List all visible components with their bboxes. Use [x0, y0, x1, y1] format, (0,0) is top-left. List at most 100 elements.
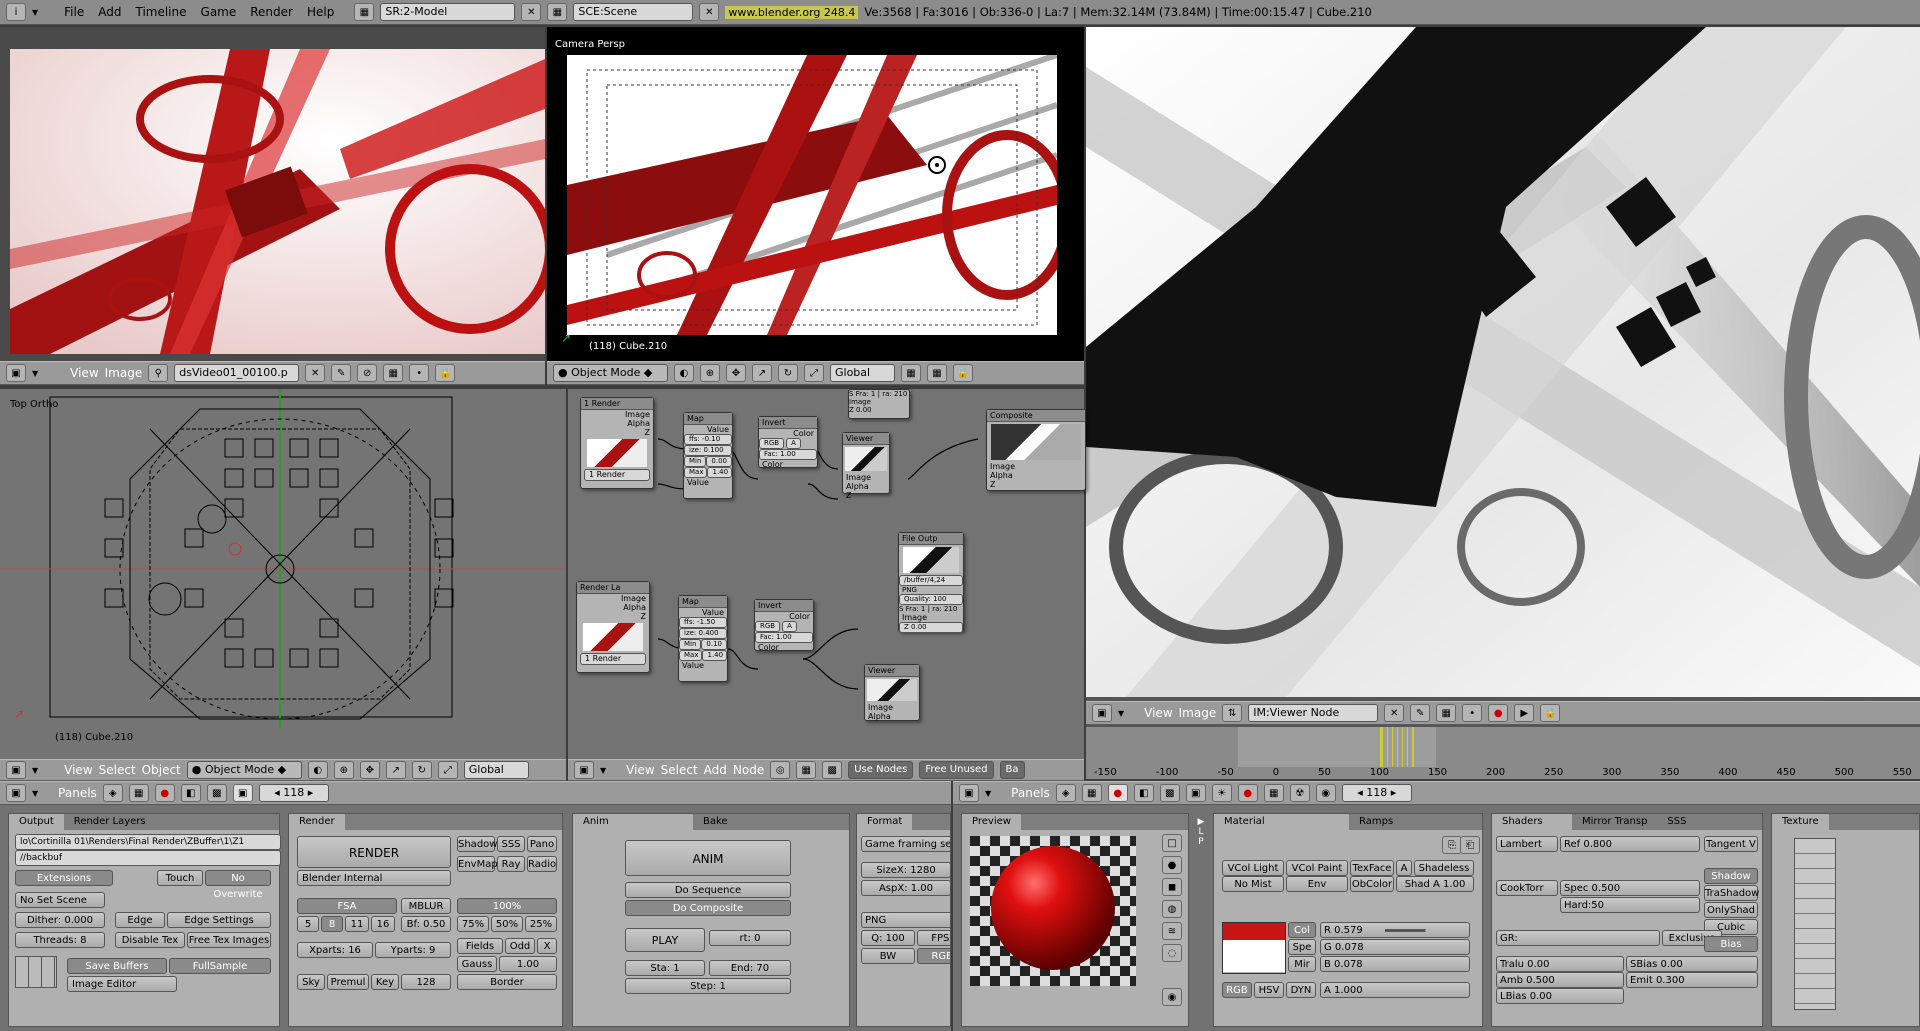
panels-menu[interactable]: Panels — [1011, 786, 1050, 800]
free-unused-button[interactable]: Free Unused — [919, 761, 994, 779]
menu-file[interactable]: File — [64, 5, 84, 19]
image-editor-type-icon[interactable]: ▣ — [6, 364, 26, 382]
onlyshad-toggle[interactable]: OnlyShad — [1704, 902, 1758, 918]
tab-render[interactable]: Render — [289, 814, 345, 830]
world-icon[interactable]: ◉ — [1315, 784, 1336, 802]
node-viewer-1[interactable]: Viewer Image Alpha Z — [842, 432, 890, 500]
alpha-slider[interactable]: A 1.000 — [1320, 982, 1470, 998]
green-slider[interactable]: G 0.078 — [1320, 939, 1470, 955]
yparts-field[interactable]: Yparts: 9 — [375, 942, 451, 958]
mode-select[interactable]: ● Object Mode ◆ — [553, 364, 668, 382]
step-field[interactable]: Step: 1 — [625, 978, 791, 994]
offset-field[interactable]: ffs: -0.10 — [684, 434, 732, 445]
radio-icon[interactable]: ☢ — [1289, 784, 1310, 802]
orientation-select[interactable]: Global — [463, 761, 529, 779]
node-render-layers-1[interactable]: 1 Render Image Alpha Z 1 Render — [580, 397, 654, 489]
lock-icon[interactable]: 🔒 — [1540, 704, 1561, 722]
node-render-layers-2[interactable]: Render La Image Alpha Z 1 Render — [576, 581, 650, 673]
node-invert-1[interactable]: Invert Color RGB A Fac: 1.00 Color — [758, 416, 818, 469]
min-field[interactable]: 0.10 — [701, 639, 727, 650]
chevron-down-icon[interactable]: ▼ — [1118, 709, 1124, 718]
alpha-toggle[interactable]: A — [782, 621, 797, 632]
chevron-down-icon[interactable]: ▼ — [600, 766, 606, 775]
no-overwrite-toggle[interactable]: No Overwrite — [205, 870, 271, 900]
do-sequence-toggle[interactable]: Do Sequence — [625, 882, 791, 898]
view-menu[interactable]: View — [626, 763, 654, 777]
size-field[interactable]: ize: 0.100 — [684, 445, 732, 456]
shading-icon[interactable]: ◐ — [674, 364, 694, 382]
dot-icon[interactable]: • — [409, 364, 430, 382]
bias-toggle[interactable]: Bias — [1704, 936, 1758, 952]
save-buffers-toggle[interactable]: Save Buffers — [67, 958, 167, 974]
scene-browse-icon[interactable]: ▦ — [547, 3, 568, 21]
radio-toggle[interactable]: Radio — [527, 856, 557, 872]
object-menu[interactable]: Object — [142, 763, 181, 777]
scale-icon[interactable]: ⤢ — [437, 761, 458, 779]
tab-ramps[interactable]: Ramps — [1349, 814, 1403, 830]
node-file-output-partial[interactable]: S Fra: 1 | ra: 210 Image Z 0.00 — [848, 389, 910, 419]
z-field[interactable]: Z 0.00 — [899, 622, 963, 633]
lock-icon[interactable]: 🔒 — [953, 364, 973, 382]
paste-icon[interactable]: ⎗ — [1460, 836, 1480, 854]
shadeless-toggle[interactable]: Shadeless — [1414, 860, 1474, 876]
amb-slider[interactable]: Amb 0.500 — [1496, 972, 1624, 988]
node-map-value-2[interactable]: Map Value ffs: -1.50 ize: 0.400 Min 0.10 … — [678, 595, 728, 682]
max-field[interactable]: 1.40 — [702, 650, 727, 661]
tab-material[interactable]: Material — [1214, 814, 1349, 830]
filter-select[interactable]: Gauss — [457, 956, 497, 972]
layers-icon[interactable]: ▦ — [901, 364, 921, 382]
info-icon[interactable]: i — [6, 3, 26, 21]
rgb-toggle[interactable]: RGB — [759, 438, 785, 449]
shadow-toggle[interactable]: Shadow — [457, 836, 497, 852]
env-toggle[interactable]: Env — [1286, 876, 1348, 892]
diffuse-shader-select[interactable]: Lambert — [1496, 836, 1558, 852]
scene-field[interactable]: SCE:Scene — [573, 3, 694, 21]
sfra-field[interactable]: S Fra: 1 | ra: 210 — [899, 605, 963, 613]
group-field[interactable]: GR: — [1496, 930, 1660, 946]
tab-output[interactable]: Output — [9, 814, 64, 830]
scene-icon[interactable]: ▣ — [1185, 784, 1206, 802]
buttons-type-icon[interactable]: ▣ — [6, 784, 26, 802]
view-menu[interactable]: View — [64, 763, 92, 777]
paint-icon[interactable]: ✎ — [331, 364, 352, 382]
full-sample-toggle[interactable]: FullSample — [169, 958, 271, 974]
editing-icon[interactable]: ▩ — [206, 784, 227, 802]
preview-sky-icon[interactable]: ◌ — [1162, 944, 1182, 962]
max-field[interactable]: 1.40 — [707, 467, 732, 478]
premul-toggle[interactable]: Premul — [327, 974, 369, 990]
rotate-icon[interactable]: ↻ — [411, 761, 432, 779]
layer-select[interactable]: 1 Render — [584, 469, 650, 481]
material-nodes-icon[interactable]: ◎ — [770, 761, 791, 779]
node-map-value-1[interactable]: Map Value ffs: -0.10 ize: 0.100 Min 0.00 … — [683, 412, 733, 499]
no-set-scene-toggle[interactable]: No Set Scene — [15, 892, 105, 908]
view-menu[interactable]: View — [1144, 706, 1172, 720]
chevron-down-icon[interactable]: ▼ — [32, 8, 38, 17]
pano-toggle[interactable]: Pano — [527, 836, 557, 852]
tab-anim[interactable]: Anim — [573, 814, 693, 830]
diffuse-color-swatch[interactable] — [1223, 923, 1285, 940]
quality-field[interactable]: Quality: 100 — [899, 594, 963, 605]
specular-shader-select[interactable]: CookTorr — [1496, 880, 1558, 896]
script-icon[interactable]: ▦ — [1081, 784, 1102, 802]
object-icon[interactable]: ◧ — [1133, 784, 1154, 802]
blue-slider[interactable]: B 0.078 — [1320, 956, 1470, 972]
shading-icon[interactable]: ◐ — [307, 761, 328, 779]
vcol-paint-toggle[interactable]: VCol Paint — [1286, 860, 1348, 876]
backdrop-button[interactable]: Ba — [999, 761, 1025, 779]
min-toggle[interactable]: Min — [679, 639, 702, 650]
node-editor-type-icon[interactable]: ▣ — [574, 761, 594, 779]
tab-render-layers[interactable]: Render Layers — [64, 814, 156, 830]
ray-toggle[interactable]: Ray — [497, 856, 525, 872]
pin-icon[interactable]: ⚲ — [148, 364, 169, 382]
scene-icon[interactable]: ▣ — [232, 784, 253, 802]
select-menu[interactable]: Select — [661, 763, 698, 777]
texture-nodes-icon[interactable]: ▩ — [822, 761, 843, 779]
tab-sss[interactable]: SSS — [1657, 814, 1696, 830]
shadow-toggle[interactable]: Shadow — [1704, 868, 1758, 884]
z-field[interactable]: Z 0.00 — [849, 406, 909, 414]
sky-toggle[interactable]: Sky — [297, 974, 325, 990]
sfra-field[interactable]: S Fra: 1 | ra: 210 — [849, 390, 909, 398]
specular-color-swatch[interactable] — [1223, 940, 1285, 956]
manipulator-icon[interactable]: ✥ — [726, 364, 746, 382]
emit-slider[interactable]: Emit 0.300 — [1626, 972, 1758, 988]
